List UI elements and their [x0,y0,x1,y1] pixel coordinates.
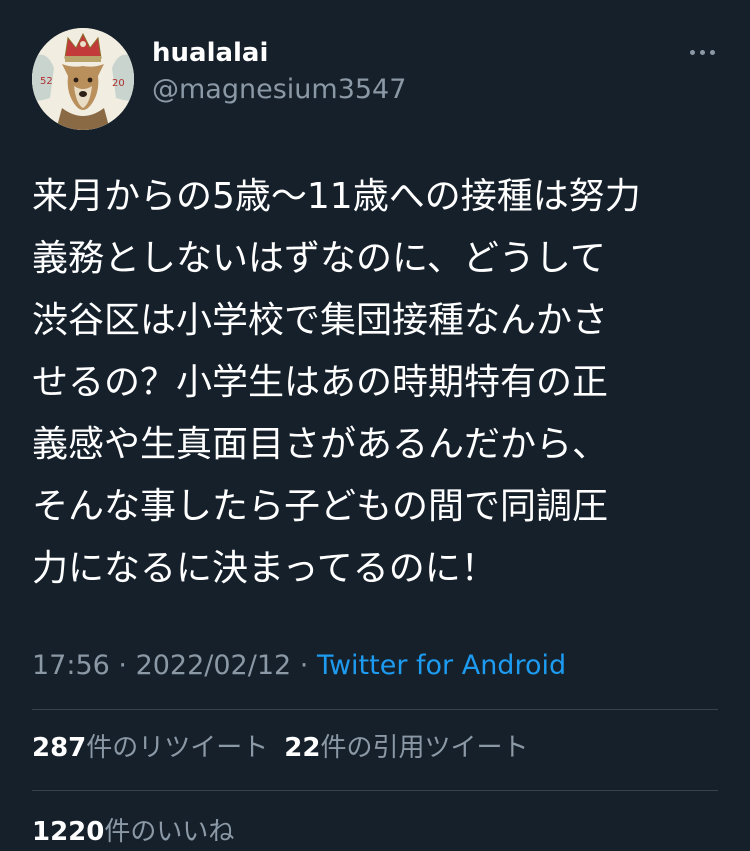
avatar-badge-right: 20 [112,78,125,89]
more-options-button[interactable] [682,40,722,64]
divider [32,790,718,791]
tweet-meta: 17:56 · 2022/02/12 · Twitter for Android [32,648,566,684]
divider [32,709,718,710]
retweet-count-link[interactable]: 287件のリツイート [32,730,268,766]
tweet-source-link[interactable]: Twitter for Android [317,650,566,681]
tweet-text-line: 義感や生真面目さがあるんだから、 [32,424,609,465]
author-names: hualalai @magnesium3547 [152,36,406,108]
engagement-stats-row: 287件のリツイート 22件の引用ツイート [32,730,529,766]
tweet-header: 52 20 hualalai @magnesium3547 [32,28,722,130]
tweet-text-line: 渋谷区は小学校で集団接種なんかさ [32,300,609,341]
more-horizontal-icon-dot [709,49,715,55]
retweet-label: 件のリツイート [86,733,269,763]
tweet-time[interactable]: 17:56 [32,650,110,681]
more-horizontal-icon-dot [699,49,705,55]
quote-label: 件の引用ツイート [320,733,529,763]
tweet-detail: 52 20 hualalai @magnesium3547 来月からの5歳〜11… [0,0,750,851]
avatar-badge-left: 52 [40,76,53,87]
user-handle[interactable]: @magnesium3547 [152,72,406,108]
tweet-text-line: せるの？小学生はあの時期特有の正 [32,362,609,403]
tweet-text: 来月からの5歳〜11歳への接種は努力 義務としないはずなのに、どうして 渋谷区は… [32,166,722,600]
like-label: 件のいいね [104,817,235,847]
like-count: 1220 [32,817,105,847]
meta-separator: · [109,650,136,681]
quote-count: 22 [284,733,321,763]
tweet-text-line: そんな事したら子どもの間で同調圧 [32,486,609,527]
more-horizontal-icon [689,49,695,55]
quote-count-link[interactable]: 22件の引用ツイート [284,730,528,766]
tweet-text-line: 義務としないはずなのに、どうして [32,238,606,279]
retweet-count: 287 [32,733,87,763]
avatar[interactable]: 52 20 [32,28,134,130]
meta-separator: · [291,650,317,681]
tweet-text-line: 来月からの5歳〜11歳への接種は努力 [32,176,641,217]
tweet-date[interactable]: 2022/02/12 [136,650,292,681]
display-name[interactable]: hualalai [152,36,406,70]
tweet-text-line: 力になるに決まってるのに！ [32,548,497,589]
likes-stats-row: 1220件のいいね [32,814,234,850]
like-count-link[interactable]: 1220件のいいね [32,814,234,850]
dog-with-crown-avatar-icon: 52 20 [32,28,134,130]
